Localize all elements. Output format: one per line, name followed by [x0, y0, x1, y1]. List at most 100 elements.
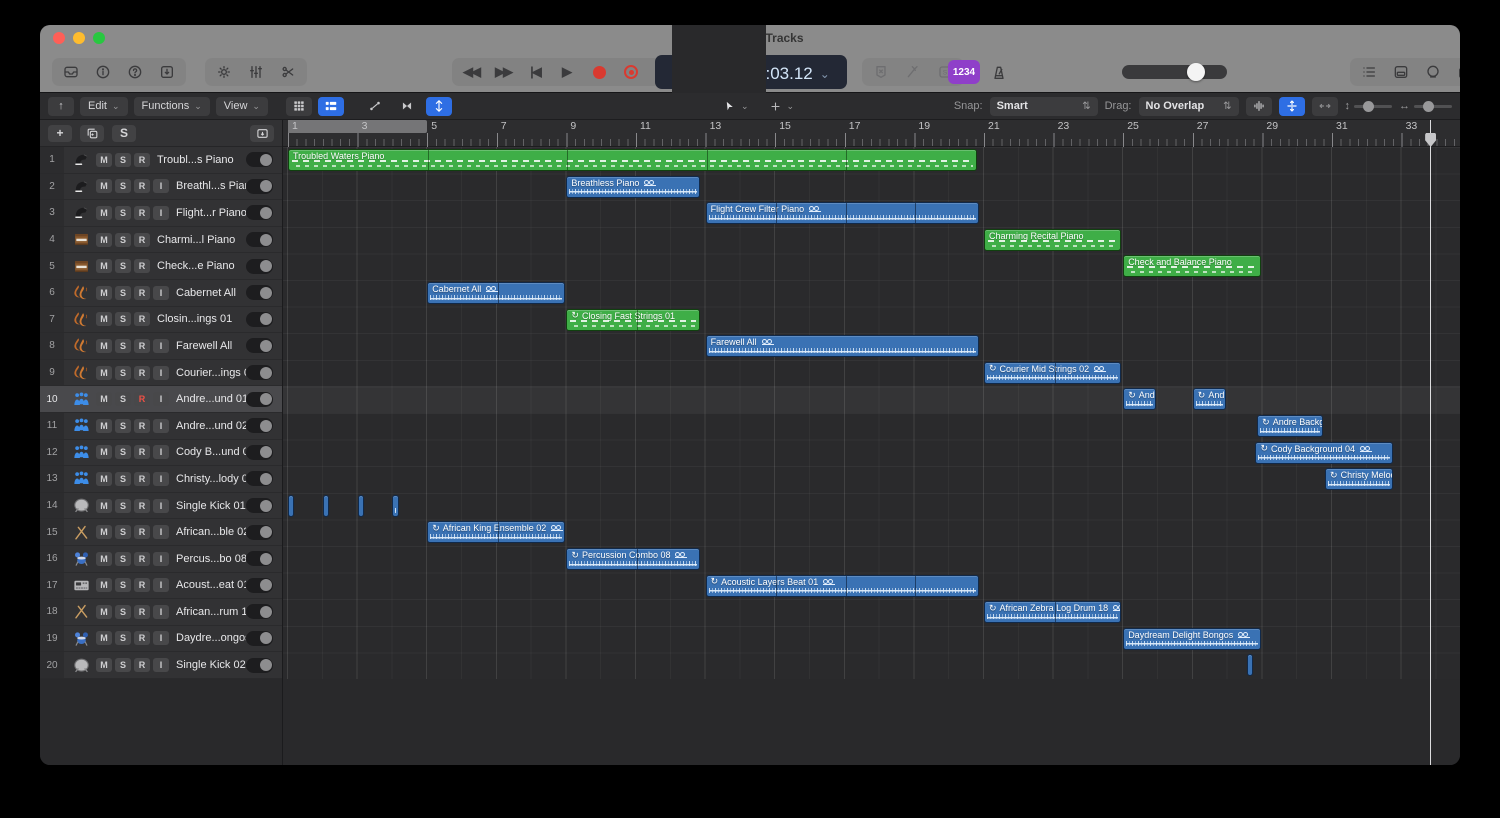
- vertical-zoom-slider[interactable]: ↕: [1345, 100, 1393, 112]
- track-row-15[interactable]: 15MSRIAfrican...ble 02: [40, 519, 282, 546]
- track-on-off-toggle[interactable]: [246, 259, 273, 274]
- play-button[interactable]: ▶: [554, 60, 580, 84]
- input-monitor-button[interactable]: I: [153, 366, 169, 380]
- track-row-2[interactable]: 2MSRIBreathl...s Piano: [40, 174, 282, 201]
- region-sliver[interactable]: [1247, 654, 1253, 676]
- mute-button[interactable]: M: [96, 419, 112, 433]
- scissors-icon[interactable]: [275, 60, 301, 84]
- arrange-grid[interactable]: [283, 147, 1460, 679]
- mute-button[interactable]: M: [96, 578, 112, 592]
- record-enable-button[interactable]: R: [134, 445, 150, 459]
- solo-button[interactable]: S: [115, 499, 131, 513]
- track-on-off-toggle[interactable]: [246, 471, 273, 486]
- track-row-1[interactable]: 1MSRTroubl...s Piano: [40, 147, 282, 174]
- solo-button[interactable]: S: [115, 631, 131, 645]
- track-row-7[interactable]: 7MSRClosin...ings 01: [40, 307, 282, 334]
- region-blue[interactable]: ↻Percussion Combo 08: [566, 548, 700, 570]
- region-blue[interactable]: ↻Acoustic Layers Beat 01: [706, 575, 979, 597]
- track-name[interactable]: Check...e Piano: [157, 260, 246, 272]
- functions-menu[interactable]: Functions⌄: [134, 97, 210, 116]
- mute-button[interactable]: M: [96, 259, 112, 273]
- forward-button[interactable]: ▶▶: [490, 60, 516, 84]
- solo-button[interactable]: S: [115, 206, 131, 220]
- mute-button[interactable]: M: [96, 233, 112, 247]
- solo-button[interactable]: S: [115, 472, 131, 486]
- solo-button[interactable]: S: [115, 366, 131, 380]
- track-name[interactable]: Closin...ings 01: [157, 313, 246, 325]
- track-on-off-toggle[interactable]: [246, 604, 273, 619]
- minimize-window-button[interactable]: [73, 32, 85, 44]
- record-enable-button[interactable]: R: [134, 366, 150, 380]
- region-blue[interactable]: Breathless Piano: [566, 176, 700, 198]
- timeline-area[interactable]: 13579111315171921232527293133 Troubled W…: [283, 120, 1460, 765]
- region-blue[interactable]: Farewell All: [706, 335, 979, 357]
- horizontal-zoom-slider[interactable]: ↔: [1399, 100, 1452, 112]
- mute-button[interactable]: M: [96, 499, 112, 513]
- track-name[interactable]: Flight...r Piano: [176, 207, 246, 219]
- track-on-off-toggle[interactable]: [246, 232, 273, 247]
- solo-button[interactable]: S: [115, 552, 131, 566]
- region-sliver[interactable]: [288, 495, 294, 517]
- track-row-3[interactable]: 3MSRIFlight...r Piano: [40, 200, 282, 227]
- track-name[interactable]: Acoust...eat 01: [176, 579, 246, 591]
- record-enable-button[interactable]: R: [134, 499, 150, 513]
- cycle-region[interactable]: [288, 120, 427, 133]
- view-menu[interactable]: View⌄: [216, 97, 268, 116]
- stop-to-begin-button[interactable]: |◀: [522, 60, 548, 84]
- add-track-button[interactable]: +: [48, 125, 72, 142]
- list-editors-icon[interactable]: [1356, 60, 1382, 84]
- record-enable-button[interactable]: R: [134, 286, 150, 300]
- zoom-window-button[interactable]: [93, 32, 105, 44]
- track-name[interactable]: Single Kick 02: [176, 659, 246, 671]
- quick-help-icon[interactable]: [122, 60, 148, 84]
- track-name[interactable]: African...ble 02: [176, 526, 246, 538]
- rewind-button[interactable]: ◀◀: [458, 60, 484, 84]
- mute-button[interactable]: M: [96, 392, 112, 406]
- region-green[interactable]: Check and Balance Piano: [1123, 255, 1260, 277]
- solo-button[interactable]: S: [115, 445, 131, 459]
- track-row-14[interactable]: 14MSRISingle Kick 01: [40, 493, 282, 520]
- input-monitor-button[interactable]: I: [153, 392, 169, 406]
- input-monitor-button[interactable]: I: [153, 605, 169, 619]
- mute-button[interactable]: M: [96, 339, 112, 353]
- track-row-19[interactable]: 19MSRIDaydre...ongos: [40, 626, 282, 653]
- track-on-off-toggle[interactable]: [246, 631, 273, 646]
- track-name[interactable]: Farewell All: [176, 340, 246, 352]
- input-monitor-button[interactable]: I: [153, 552, 169, 566]
- mute-button[interactable]: M: [96, 658, 112, 672]
- track-row-11[interactable]: 11MSRIAndre...und 02: [40, 413, 282, 440]
- track-row-5[interactable]: 5MSRCheck...e Piano: [40, 253, 282, 280]
- region-blue[interactable]: ↻Andr: [1193, 388, 1226, 410]
- track-name[interactable]: Cody B...und 04: [176, 446, 246, 458]
- mute-button[interactable]: M: [96, 525, 112, 539]
- region-sliver[interactable]: [358, 495, 364, 517]
- region-sliver[interactable]: [392, 495, 398, 517]
- edit-menu[interactable]: Edit⌄: [80, 97, 128, 116]
- mute-button[interactable]: M: [96, 631, 112, 645]
- record-enable-button[interactable]: R: [134, 259, 150, 273]
- mixer-icon[interactable]: [243, 60, 269, 84]
- input-monitor-button[interactable]: I: [153, 179, 169, 193]
- input-monitor-button[interactable]: I: [153, 658, 169, 672]
- record-enable-button[interactable]: R: [134, 578, 150, 592]
- region-blue[interactable]: ↻African Zebra Log Drum 18: [984, 601, 1121, 623]
- go-up-icon[interactable]: ↑: [48, 97, 74, 116]
- record-enable-button[interactable]: R: [134, 233, 150, 247]
- region-blue[interactable]: ↻Andre Backgro: [1257, 415, 1323, 437]
- patch-badge-icon[interactable]: [868, 60, 894, 84]
- grid-view-icon[interactable]: [286, 97, 312, 116]
- master-solo-button[interactable]: S: [112, 125, 136, 142]
- input-monitor-button[interactable]: I: [153, 525, 169, 539]
- solo-button[interactable]: S: [115, 419, 131, 433]
- track-on-off-toggle[interactable]: [246, 152, 273, 167]
- input-monitor-button[interactable]: I: [153, 419, 169, 433]
- track-row-4[interactable]: 4MSRCharmi...l Piano: [40, 227, 282, 254]
- duplicate-track-button[interactable]: [80, 125, 104, 142]
- lcd-display[interactable]: 01:01:39 :03.12 ⌄: [655, 55, 847, 89]
- inspector-info-icon[interactable]: [90, 60, 116, 84]
- track-on-off-toggle[interactable]: [246, 658, 273, 673]
- automation-icon[interactable]: [362, 97, 388, 116]
- track-row-18[interactable]: 18MSRIAfrican...rum 18: [40, 599, 282, 626]
- track-name[interactable]: Christy...lody 01: [176, 473, 246, 485]
- track-row-6[interactable]: 6MSRICabernet All: [40, 280, 282, 307]
